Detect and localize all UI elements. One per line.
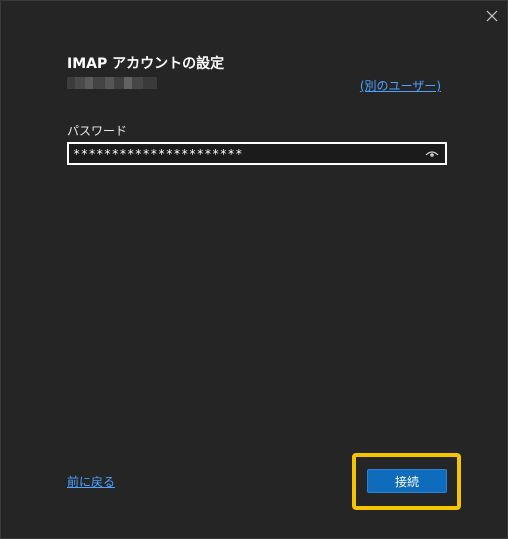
imap-settings-dialog: IMAP アカウントの設定 (別のユーザー) パスワード 前に戻る 接続 bbox=[0, 0, 508, 539]
reveal-password-button[interactable] bbox=[423, 146, 441, 162]
password-field[interactable] bbox=[67, 142, 447, 165]
masked-email-address bbox=[67, 77, 157, 89]
dialog-title: IMAP アカウントの設定 bbox=[67, 56, 225, 72]
close-icon bbox=[486, 10, 498, 22]
password-label: パスワード bbox=[67, 124, 128, 138]
back-link[interactable]: 前に戻る bbox=[67, 473, 115, 490]
eye-icon bbox=[425, 151, 439, 157]
other-user-link[interactable]: (別のユーザー) bbox=[360, 77, 441, 94]
close-button[interactable] bbox=[481, 5, 503, 27]
password-input[interactable] bbox=[73, 145, 413, 162]
connect-button[interactable]: 接続 bbox=[367, 469, 447, 493]
